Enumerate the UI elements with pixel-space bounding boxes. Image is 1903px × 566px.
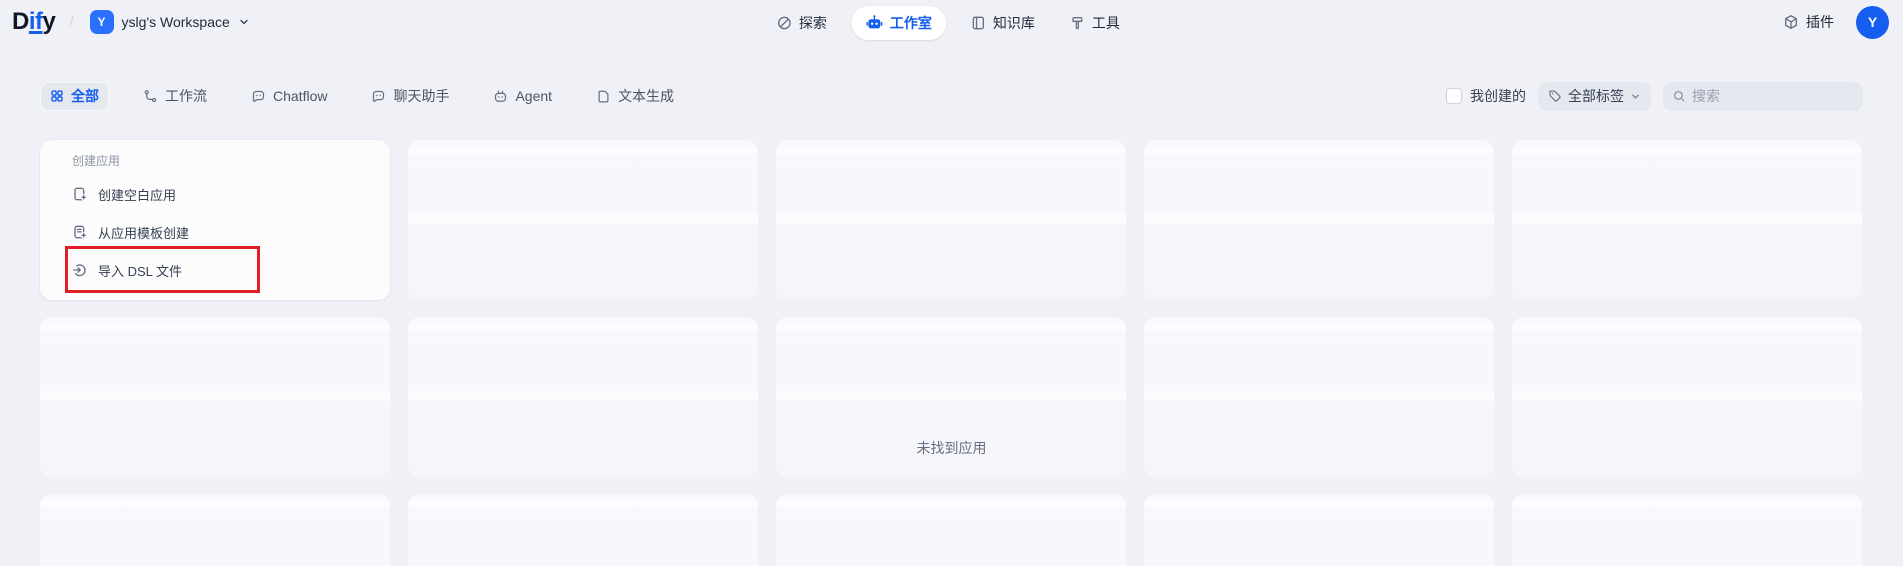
logo-letter-d: D: [12, 8, 29, 36]
tab-label: 文本生成: [618, 86, 674, 106]
tab-label: Agent: [515, 88, 552, 104]
tab-agent[interactable]: Agent: [483, 82, 562, 111]
tool-icon: [1069, 15, 1085, 31]
user-avatar[interactable]: Y: [1856, 6, 1889, 39]
tab-label: Chatflow: [273, 88, 327, 104]
plugins-button[interactable]: 插件: [1775, 6, 1842, 38]
created-by-me-toggle[interactable]: 我创建的: [1446, 86, 1526, 106]
tag-filter-label: 全部标签: [1568, 86, 1624, 106]
app-card-placeholder: [776, 140, 1126, 300]
app-card-placeholder: [40, 494, 390, 566]
nav-label: 工作室: [890, 13, 932, 33]
workspace-name: yslg's Workspace: [122, 14, 230, 30]
created-by-me-label: 我创建的: [1470, 86, 1526, 106]
app-card-placeholder: [408, 140, 758, 300]
chat-bubble-icon: [251, 89, 266, 104]
dify-logo[interactable]: Dify: [12, 8, 55, 36]
main-nav: 探索 工作室 知识库 工具: [766, 6, 1130, 40]
top-bar-left: Dify / Y yslg's Workspace: [12, 0, 256, 44]
workspace-selector[interactable]: Y yslg's Workspace: [84, 6, 256, 38]
agent-icon: [493, 89, 508, 104]
filter-controls: 我创建的 全部标签: [1446, 82, 1863, 111]
document-icon: [596, 89, 611, 104]
tab-chat-assistant[interactable]: 聊天助手: [361, 82, 459, 111]
search-icon: [1672, 89, 1686, 103]
nav-label: 工具: [1092, 13, 1120, 33]
app-card-placeholder: [1512, 140, 1862, 300]
nav-item-explore[interactable]: 探索: [766, 6, 837, 40]
create-from-template-button[interactable]: 从应用模板创建: [52, 215, 378, 249]
file-add-icon: [72, 186, 88, 202]
empty-state-message: 未找到应用: [40, 438, 1863, 458]
tab-label: 工作流: [165, 86, 207, 106]
app-type-tabs: 全部 工作流 Chatflow 聊天助手 Agent 文本生成: [40, 82, 684, 111]
tab-workflow[interactable]: 工作流: [133, 82, 217, 111]
nav-item-studio[interactable]: 工作室: [851, 6, 946, 40]
created-by-me-checkbox[interactable]: [1446, 88, 1462, 104]
breadcrumb-separator: /: [69, 14, 73, 31]
app-card-placeholder: [1144, 140, 1494, 300]
import-icon: [72, 262, 88, 278]
app-card-placeholder: [1144, 494, 1494, 566]
top-bar: Dify / Y yslg's Workspace 探索 工作室 知识库 工具 …: [0, 0, 1903, 44]
search-box: [1663, 82, 1863, 111]
filter-bar: 全部 工作流 Chatflow 聊天助手 Agent 文本生成 我创建的: [40, 81, 1863, 111]
grid-icon: [50, 89, 64, 103]
file-template-icon: [72, 224, 88, 240]
search-input[interactable]: [1692, 88, 1852, 104]
tag-icon: [1548, 89, 1562, 103]
workspace-avatar: Y: [90, 10, 114, 34]
workflow-icon: [143, 89, 158, 104]
chevron-down-icon: [1630, 91, 1641, 102]
book-icon: [970, 15, 986, 31]
tab-chatflow[interactable]: Chatflow: [241, 82, 337, 111]
logo-letter-y: y: [43, 8, 56, 36]
create-row-label: 导入 DSL 文件: [98, 261, 182, 280]
chevron-down-icon: [238, 16, 250, 28]
create-app-card: 创建应用 创建空白应用 从应用模板创建 导入 DSL 文件: [40, 140, 390, 300]
tab-label: 全部: [71, 86, 99, 106]
create-app-title: 创建应用: [52, 154, 378, 169]
nav-label: 知识库: [993, 13, 1035, 33]
create-blank-app-button[interactable]: 创建空白应用: [52, 177, 378, 211]
nav-label: 探索: [799, 13, 827, 33]
top-bar-right: 插件 Y: [1775, 0, 1889, 44]
tab-label: 聊天助手: [393, 86, 449, 106]
tab-text-generation[interactable]: 文本生成: [586, 82, 684, 111]
robot-icon: [865, 14, 883, 32]
app-card-placeholder: [776, 494, 1126, 566]
app-card-placeholder: [1512, 494, 1862, 566]
plugin-cube-icon: [1783, 14, 1799, 30]
create-row-label: 从应用模板创建: [98, 223, 189, 242]
nav-item-knowledge[interactable]: 知识库: [960, 6, 1045, 40]
tab-all[interactable]: 全部: [40, 82, 109, 111]
import-dsl-file-button[interactable]: 导入 DSL 文件: [52, 253, 378, 287]
tag-filter-dropdown[interactable]: 全部标签: [1538, 82, 1651, 111]
app-grid: 创建应用 创建空白应用 从应用模板创建 导入 DSL 文件: [40, 140, 1862, 566]
logo-letters-if: if: [29, 8, 43, 36]
create-row-label: 创建空白应用: [98, 185, 176, 204]
plugins-label: 插件: [1806, 12, 1834, 32]
chat-bubble-icon: [371, 89, 386, 104]
compass-icon: [776, 15, 792, 31]
app-card-placeholder: [408, 494, 758, 566]
nav-item-tools[interactable]: 工具: [1059, 6, 1130, 40]
